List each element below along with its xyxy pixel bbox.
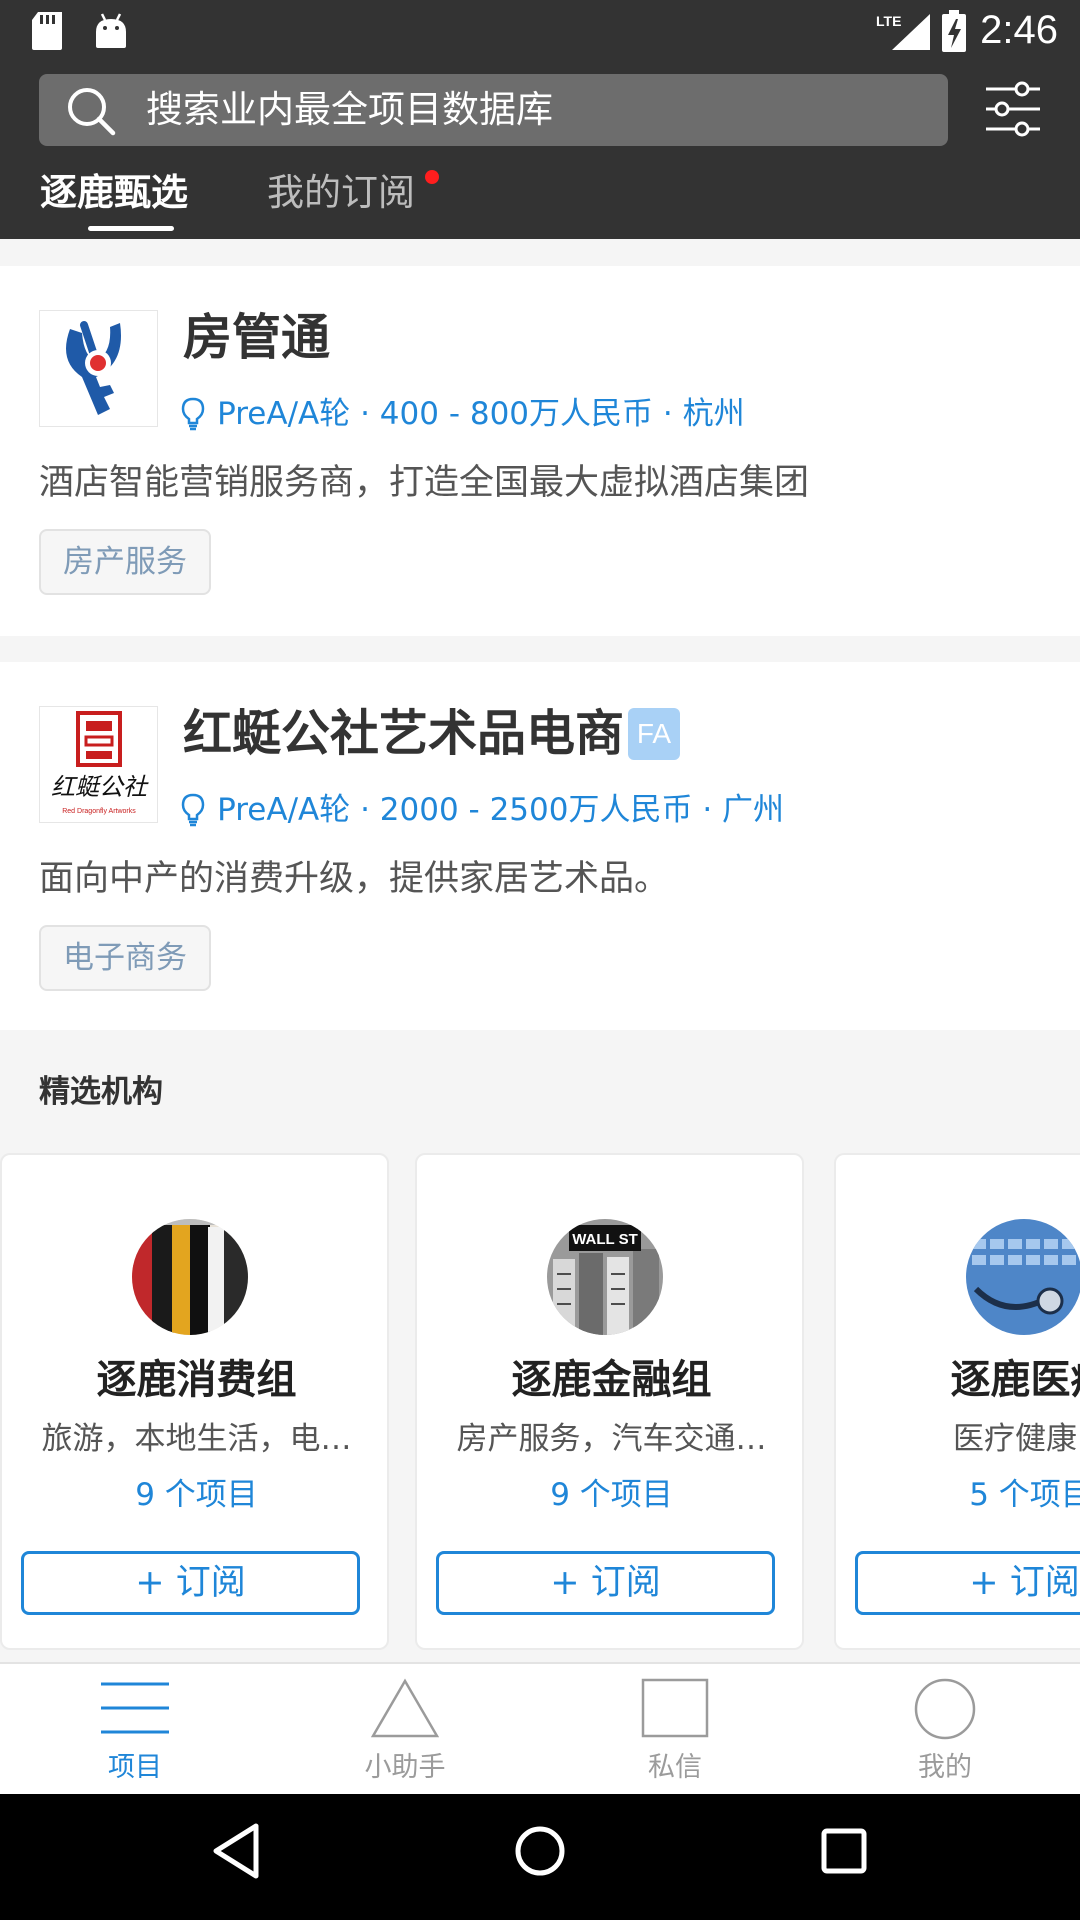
- svg-text:Red Dragonfly Artworks: Red Dragonfly Artworks: [62, 808, 136, 815]
- lte-signal-icon: LTE: [876, 13, 930, 50]
- nav-item-messages[interactable]: 私信: [540, 1664, 810, 1796]
- bottom-navigation: 项目 小助手 私信 我的: [0, 1662, 1080, 1794]
- org-tags: 旅游，本地生活，电…: [41, 1421, 352, 1457]
- nav-label: 私信: [648, 1752, 702, 1783]
- search-placeholder: 搜索业内最全项目数据库: [146, 88, 553, 131]
- org-project-count[interactable]: 5 个项目: [836, 1473, 1080, 1517]
- project-description: 面向中产的消费升级，提供家居艺术品。: [39, 859, 670, 899]
- project-logo: [39, 310, 158, 427]
- svg-text:WALL ST: WALL ST: [572, 1231, 638, 1248]
- triangle-icon: [371, 1678, 439, 1738]
- nav-item-profile[interactable]: 我的: [810, 1664, 1080, 1796]
- org-name: 逐鹿金融组: [511, 1357, 712, 1403]
- org-card[interactable]: 逐鹿医疗 医疗健康， 5 个项目 + 订阅: [834, 1153, 1080, 1650]
- android-icon: [96, 13, 126, 48]
- project-card[interactable]: 红蜓公社 Red Dragonfly Artworks 红蜓公社艺术品电商 FA…: [0, 662, 1080, 1030]
- project-description: 酒店智能营销服务商，打造全国最大虚拟酒店集团: [39, 463, 810, 503]
- battery-charging-icon: [942, 10, 966, 52]
- project-meta: PreA/A轮 · 400 - 800万人民币 · 杭州: [180, 392, 745, 436]
- project-round-amount-city: PreA/A轮 · 2000 - 2500万人民币 · 广州: [217, 792, 785, 828]
- tab-selected-picks[interactable]: 逐鹿甄选: [40, 167, 188, 219]
- project-name: 房管通: [183, 309, 331, 366]
- square-icon: [641, 1678, 709, 1738]
- subscribe-button[interactable]: + 订阅: [855, 1551, 1080, 1615]
- project-industry-tag[interactable]: 电子商务: [39, 925, 211, 991]
- system-navigation-bar: [0, 1794, 1080, 1920]
- project-industry-tag[interactable]: 房产服务: [39, 529, 211, 595]
- project-meta: PreA/A轮 · 2000 - 2500万人民币 · 广州: [180, 788, 784, 832]
- org-name: 逐鹿医疗: [950, 1357, 1080, 1403]
- clothing-rack-image: [132, 1219, 248, 1335]
- org-card[interactable]: WALL ST 逐鹿金融组 房产服务，汽车交通… 9 个项目 + 订阅: [415, 1153, 804, 1650]
- tab-my-subscriptions[interactable]: 我的订阅: [267, 167, 415, 219]
- nav-label: 项目: [108, 1752, 162, 1783]
- clock: 2:46: [980, 8, 1058, 52]
- nav-label: 我的: [918, 1752, 972, 1783]
- project-round-amount-city: PreA/A轮 · 400 - 800万人民币 · 杭州: [217, 396, 745, 432]
- fa-badge: FA: [628, 708, 680, 760]
- org-project-count[interactable]: 9 个项目: [2, 1473, 387, 1517]
- org-tags: 医疗健康，: [953, 1421, 1080, 1457]
- subscribe-button[interactable]: + 订阅: [21, 1551, 360, 1615]
- subscribe-button[interactable]: + 订阅: [436, 1551, 775, 1615]
- org-avatar: [966, 1219, 1080, 1335]
- featured-orgs-title: 精选机构: [39, 1074, 163, 1110]
- org-project-count[interactable]: 9 个项目: [417, 1473, 802, 1517]
- svg-text:LTE: LTE: [876, 13, 901, 29]
- wall-street-sign-image: WALL ST: [547, 1219, 663, 1335]
- search-bar[interactable]: 搜索业内最全项目数据库: [39, 74, 948, 146]
- nav-item-assistant[interactable]: 小助手: [270, 1664, 540, 1796]
- org-card[interactable]: 逐鹿消费组 旅游，本地生活，电… 9 个项目 + 订阅: [0, 1153, 389, 1650]
- org-name: 逐鹿消费组: [96, 1357, 297, 1403]
- nav-item-projects[interactable]: 项目: [0, 1664, 270, 1796]
- key-logo-icon: [66, 321, 121, 415]
- unread-dot: [425, 170, 439, 184]
- filter-settings-icon[interactable]: [984, 80, 1042, 138]
- org-tags: 房产服务，汽车交通…: [456, 1421, 767, 1457]
- lightbulb-icon: [181, 793, 205, 827]
- project-name: 红蜓公社艺术品电商: [183, 705, 625, 762]
- home-icon[interactable]: [514, 1822, 566, 1880]
- stethoscope-image: [966, 1219, 1080, 1335]
- status-bar: LTE 2:46: [0, 0, 1080, 63]
- sd-card-icon: [32, 12, 62, 50]
- app-header: LTE 2:46 搜索业内最全项目数据库 逐鹿甄选 我的订阅: [0, 0, 1080, 239]
- svg-text:红蜓公社: 红蜓公社: [51, 773, 149, 801]
- back-icon[interactable]: [212, 1822, 260, 1880]
- red-dragonfly-logo-icon: 红蜓公社 Red Dragonfly Artworks: [51, 711, 149, 815]
- project-card[interactable]: 房管通 PreA/A轮 · 400 - 800万人民币 · 杭州 酒店智能营销服…: [0, 266, 1080, 636]
- project-logo: 红蜓公社 Red Dragonfly Artworks: [39, 706, 158, 823]
- org-avatar: [132, 1219, 248, 1335]
- circle-icon: [914, 1678, 976, 1740]
- search-icon: [68, 88, 116, 136]
- lightbulb-icon: [181, 397, 205, 431]
- recents-icon[interactable]: [820, 1822, 868, 1880]
- org-avatar: WALL ST: [547, 1219, 663, 1335]
- nav-label: 小助手: [364, 1752, 446, 1783]
- active-tab-indicator: [88, 226, 174, 231]
- list-icon: [101, 1682, 169, 1734]
